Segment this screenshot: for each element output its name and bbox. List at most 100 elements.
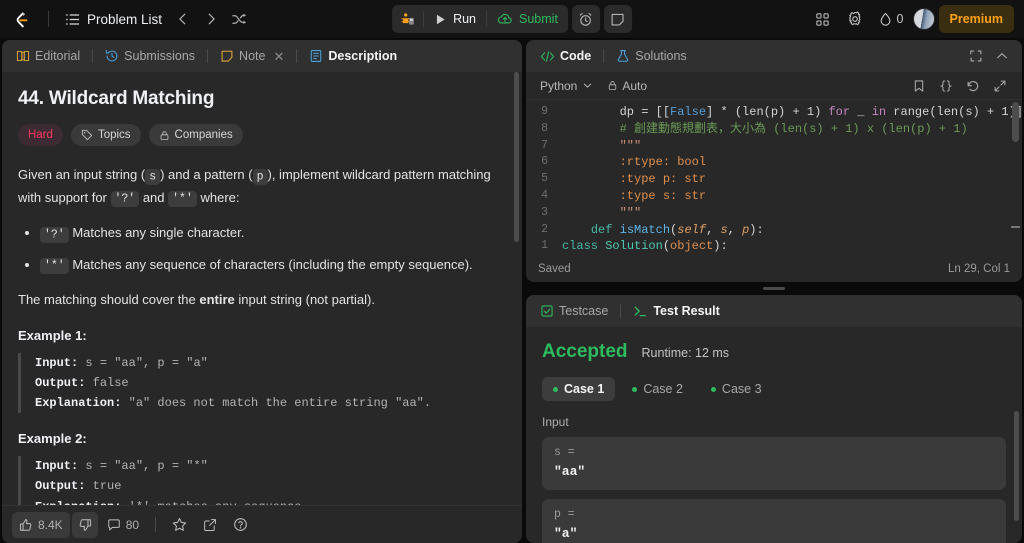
case-tab-3[interactable]: Case 3 (700, 377, 773, 401)
problem-list-label: Problem List (87, 12, 162, 27)
random-problem-button[interactable] (226, 6, 252, 32)
tab-test-result[interactable]: Test Result (627, 300, 725, 323)
tab-code[interactable]: Code (534, 45, 597, 68)
user-avatar[interactable] (913, 8, 935, 30)
input-value: "a" (554, 526, 994, 541)
premium-button[interactable]: Premium (939, 5, 1015, 33)
input-box-s[interactable]: s = "aa" (542, 437, 1006, 490)
note-icon (610, 12, 625, 27)
tab-testcase[interactable]: Testcase (534, 300, 614, 322)
explanation-value: "a" does not match the entire string "aa… (121, 396, 431, 410)
settings-button[interactable] (841, 5, 869, 33)
play-icon (434, 13, 447, 26)
note-pre: The matching should cover the (18, 292, 199, 307)
timer-button[interactable] (572, 5, 600, 33)
case-tab-1[interactable]: Case 1 (542, 377, 615, 401)
intro-part-4: and (139, 190, 168, 205)
topics-label: Topics (98, 129, 131, 141)
save-status: Saved (538, 263, 571, 275)
case-status-dot (711, 387, 716, 392)
input-value: s = "aa", p = "a" (78, 356, 208, 370)
debug-button[interactable] (392, 5, 423, 33)
code-text: :type p: str (562, 171, 1022, 188)
favorite-button[interactable] (165, 512, 194, 538)
previous-problem-button[interactable] (170, 6, 196, 32)
page-title: 44. Wildcard Matching (18, 88, 502, 110)
topics-badge[interactable]: Topics (71, 124, 141, 146)
share-button[interactable] (196, 512, 224, 538)
code-line: 4 :type s: str (526, 188, 1022, 205)
tab-note[interactable]: Note ✕ (214, 45, 290, 67)
wildcard-rules-list: '?' Matches any single character. '*' Ma… (40, 223, 502, 275)
companies-badge[interactable]: Companies (149, 124, 243, 146)
problem-description: Given an input string (s) and a pattern … (18, 164, 502, 310)
auto-label: Auto (622, 79, 647, 93)
auto-save-toggle[interactable]: Auto (603, 77, 651, 95)
editor-vertical-scrollbar[interactable] (1012, 102, 1019, 142)
tab-label: Solutions (635, 49, 686, 63)
next-problem-button[interactable] (198, 6, 224, 32)
reset-code-button[interactable] (961, 74, 985, 98)
line-number: 3 (526, 205, 562, 222)
input-box-p[interactable]: p = "a" (542, 499, 1006, 543)
debug-bug-icon (400, 12, 415, 27)
run-button[interactable]: Run (424, 5, 486, 33)
code-editor-area[interactable]: 9 dp = [[False] * (len(p) + 1) for _ in … (526, 100, 1022, 256)
format-code-button[interactable] (934, 74, 958, 98)
result-scrollbar[interactable] (1014, 411, 1019, 521)
comments-button[interactable]: 80 (100, 512, 146, 538)
problem-list-button[interactable]: Problem List (59, 8, 168, 31)
thumbs-down-icon (78, 518, 92, 532)
tab-label: Description (328, 49, 397, 63)
description-content[interactable]: 44. Wildcard Matching Hard Topics (2, 72, 522, 505)
editor-tab-bar: Code Solutions (526, 40, 1022, 72)
run-label: Run (453, 12, 476, 26)
apps-button[interactable] (809, 5, 837, 33)
tab-editorial[interactable]: Editorial (10, 45, 86, 67)
note-bold: entire (199, 292, 234, 307)
language-selector[interactable]: Python (536, 77, 597, 95)
bookmark-button[interactable] (907, 74, 931, 98)
line-number: 5 (526, 171, 562, 188)
case-tab-2[interactable]: Case 2 (621, 377, 694, 401)
code-text: # 創建動態規劃表，大小為 (len(s) + 1) x (len(p) + 1… (562, 121, 1022, 138)
chevron-down-icon (582, 80, 593, 91)
expand-editor-button[interactable] (988, 74, 1012, 98)
tab-description[interactable]: Description (303, 45, 403, 67)
editor-tab-divider (603, 49, 604, 63)
tag-icon (81, 129, 93, 141)
gear-icon (847, 11, 863, 27)
tab-divider-3 (296, 49, 297, 63)
example-1-title: Example 1: (18, 328, 502, 343)
leetcode-logo-icon[interactable] (10, 8, 32, 30)
difficulty-badge[interactable]: Hard (18, 124, 63, 146)
example-2-input: Input: s = "aa", p = "*" (35, 456, 502, 476)
panel-resize-handle[interactable] (526, 286, 1022, 291)
fullscreen-button[interactable] (964, 44, 988, 68)
code-icon (540, 49, 555, 64)
line-number: 1 (526, 238, 562, 255)
lock-icon (607, 80, 618, 91)
dislike-button[interactable] (72, 512, 98, 538)
code-text: """ (562, 138, 1022, 155)
undo-icon (966, 79, 980, 93)
collapse-button[interactable] (990, 44, 1014, 68)
list-icon (65, 12, 80, 27)
nav-right-group: 0 Premium (809, 5, 1014, 33)
note-icon (220, 49, 234, 63)
like-button[interactable]: 8.4K (12, 512, 70, 538)
main-body: Editorial Submissions Note (0, 38, 1024, 543)
flame-icon (878, 12, 893, 27)
code-line: 6 :rtype: bool (526, 154, 1022, 171)
line-number: 6 (526, 154, 562, 171)
description-scrollbar[interactable] (514, 72, 519, 242)
code-text: :rtype: bool (562, 154, 1022, 171)
submit-button[interactable]: Submit (487, 5, 568, 33)
output-label: Output: (35, 479, 85, 493)
tab-submissions[interactable]: Submissions (99, 45, 201, 67)
streak-button[interactable]: 0 (873, 5, 909, 33)
tab-close-icon[interactable]: ✕ (273, 50, 284, 63)
help-button[interactable] (226, 512, 255, 538)
note-button[interactable] (604, 5, 632, 33)
tab-solutions[interactable]: Solutions (610, 45, 692, 67)
